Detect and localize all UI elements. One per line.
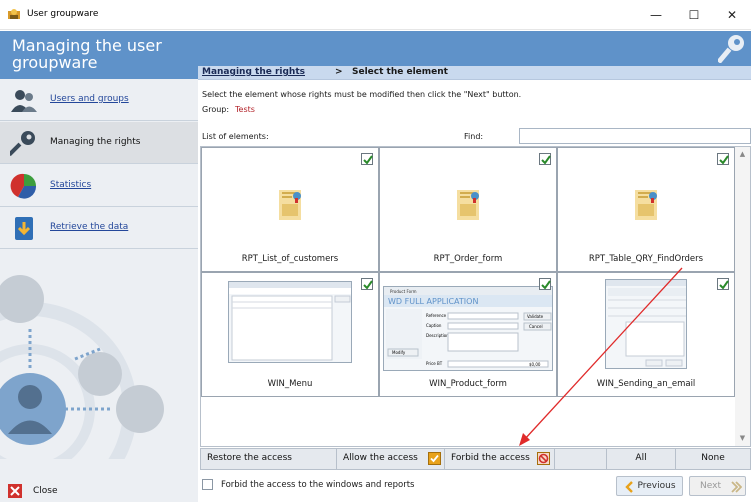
next-button[interactable]: Next xyxy=(689,476,746,496)
report-icon xyxy=(635,190,657,220)
chevron-right-icon xyxy=(731,481,742,493)
thumb-validate: Validate xyxy=(527,314,544,319)
key-icon xyxy=(718,35,744,63)
key-icon xyxy=(10,131,35,157)
report-icon xyxy=(457,190,479,220)
sidebar-item-label: Statistics xyxy=(50,180,92,190)
sidebar-item-retrieve-data[interactable]: Retrieve the data xyxy=(0,207,198,249)
minimize-button[interactable]: — xyxy=(637,0,675,30)
sidebar-item-users-and-groups[interactable]: Users and groups xyxy=(0,79,198,121)
all-button[interactable]: All xyxy=(606,449,676,469)
sidebar-item-label: Managing the rights xyxy=(50,137,141,147)
group-value: Tests xyxy=(235,105,255,114)
thumb-modify: Modify xyxy=(392,350,406,355)
sidebar-item-label: Users and groups xyxy=(50,94,129,104)
thumb-cancel: Cancel xyxy=(529,324,543,329)
breadcrumb-separator: > xyxy=(335,67,343,77)
restore-access-button[interactable]: Restore the access xyxy=(201,449,337,469)
element-tile[interactable]: RPT_Table_QRY_FindOrders xyxy=(557,147,735,272)
sidebar-item-label: Retrieve the data xyxy=(50,222,129,232)
find-input[interactable] xyxy=(519,128,751,144)
forbid-windows-checkbox[interactable] xyxy=(202,479,213,490)
element-name: RPT_Order_form xyxy=(433,254,503,264)
element-tile[interactable]: RPT_Order_form xyxy=(379,147,557,272)
none-button[interactable]: None xyxy=(676,449,750,469)
thumb-banner: WD FULL APPLICATION xyxy=(388,297,478,306)
element-checkbox[interactable] xyxy=(361,153,373,165)
report-icon xyxy=(279,190,301,220)
checkbox-checked-icon xyxy=(428,452,441,465)
title-bar: User groupware — ☐ ✕ xyxy=(0,0,751,30)
breadcrumb-current: Select the element xyxy=(352,67,448,77)
window-thumbnail xyxy=(228,281,352,363)
allow-access-label: Allow the access xyxy=(343,453,418,463)
network-illustration xyxy=(0,275,164,459)
thumb-field: Reference xyxy=(426,313,447,318)
window-thumbnail xyxy=(605,279,687,369)
element-name: RPT_Table_QRY_FindOrders xyxy=(588,254,704,264)
close-icon xyxy=(8,484,22,498)
element-tile[interactable]: RPT_List_of_customers xyxy=(201,147,379,272)
scroll-up-icon[interactable]: ▲ xyxy=(737,149,748,159)
element-name: RPT_List_of_customers xyxy=(241,254,339,264)
forbid-access-label: Forbid the access xyxy=(451,453,530,463)
element-tile[interactable]: WIN_Menu xyxy=(201,272,379,397)
sidebar-item-managing-rights[interactable]: Managing the rights xyxy=(0,122,198,164)
chevron-left-icon xyxy=(625,481,633,493)
group-label: Group: xyxy=(202,105,230,114)
thumb-field: Price BT xyxy=(426,361,443,366)
close-label: Close xyxy=(33,486,58,496)
element-tile[interactable]: WIN_Sending_an_email xyxy=(557,272,735,397)
sidebar-title: Managing the user groupware xyxy=(0,31,198,79)
list-label: List of elements: xyxy=(202,132,269,141)
scroll-down-icon[interactable]: ▼ xyxy=(737,433,748,443)
pie-chart-icon xyxy=(10,173,37,199)
maximize-button[interactable]: ☐ xyxy=(675,0,713,30)
element-name: WIN_Product_form xyxy=(429,379,507,389)
header-band xyxy=(198,31,751,66)
product-form-thumbnail: Product Form WD FULL APPLICATION Referen… xyxy=(383,286,553,371)
thumb-field: Caption xyxy=(426,323,442,328)
close-window-button[interactable]: ✕ xyxy=(713,0,751,30)
element-checkbox[interactable] xyxy=(539,153,551,165)
vertical-scrollbar[interactable]: ▲ ▼ xyxy=(735,147,750,446)
thumb-field: Description xyxy=(426,333,449,338)
window-title: User groupware xyxy=(27,9,99,19)
element-name: WIN_Sending_an_email xyxy=(596,379,696,389)
breadcrumb: Managing the rights > Select the element xyxy=(198,66,751,80)
element-checkbox[interactable] xyxy=(717,278,729,290)
thumb-price: $0,00 xyxy=(529,362,541,367)
forbid-windows-label: Forbid the access to the windows and rep… xyxy=(221,480,415,490)
access-button-bar: Restore the access Allow the access Forb… xyxy=(200,448,751,470)
previous-label: Previous xyxy=(637,481,676,491)
forbid-access-button[interactable]: Forbid the access xyxy=(445,449,555,469)
next-label: Next xyxy=(700,481,721,491)
thumb-title: Product Form xyxy=(390,289,417,294)
app-icon xyxy=(8,9,20,19)
instruction-text: Select the element whose rights must be … xyxy=(202,90,522,99)
forbid-icon xyxy=(537,452,550,465)
element-tile[interactable]: Product Form WD FULL APPLICATION Referen… xyxy=(379,272,557,397)
sidebar-item-statistics[interactable]: Statistics xyxy=(0,165,198,207)
close-button[interactable]: Close xyxy=(8,484,88,500)
download-icon xyxy=(15,217,33,240)
element-checkbox[interactable] xyxy=(539,278,551,290)
breadcrumb-link[interactable]: Managing the rights xyxy=(202,67,305,77)
allow-access-button[interactable]: Allow the access xyxy=(337,449,445,469)
element-name: WIN_Menu xyxy=(267,379,313,389)
element-checkbox[interactable] xyxy=(361,278,373,290)
previous-button[interactable]: Previous xyxy=(616,476,683,496)
users-icon xyxy=(11,90,37,112)
sidebar: Managing the user groupware Users and gr… xyxy=(0,31,198,502)
find-label: Find: xyxy=(464,132,484,141)
element-checkbox[interactable] xyxy=(717,153,729,165)
